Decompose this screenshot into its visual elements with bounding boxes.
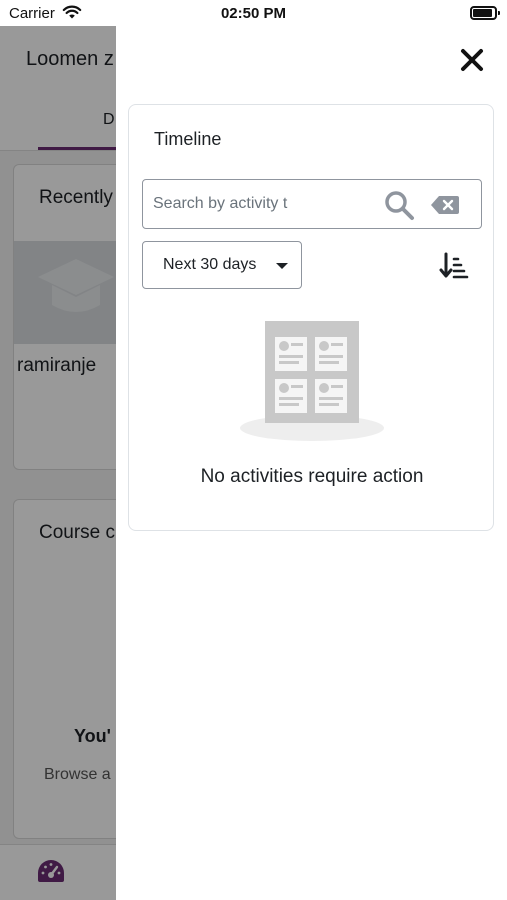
sort-icon — [439, 252, 469, 279]
battery-icon — [470, 6, 500, 20]
no-activities-message: No activities require action — [200, 466, 424, 487]
timeline-day-filter[interactable]: Next 30 days — [142, 241, 302, 289]
no-activities-illustration — [240, 321, 384, 441]
sort-button[interactable] — [439, 251, 469, 281]
close-icon — [461, 49, 483, 71]
timeline-search-box — [142, 179, 482, 229]
search-icon[interactable] — [383, 189, 415, 221]
timeline-block: Timeline Next 30 days — [128, 104, 494, 531]
timeline-drawer: Timeline Next 30 days — [116, 26, 507, 900]
timeline-title: Timeline — [154, 129, 222, 149]
chevron-down-icon — [276, 263, 288, 269]
clear-icon[interactable] — [430, 194, 460, 216]
timeline-day-filter-label: Next 30 days — [163, 256, 257, 273]
close-button[interactable] — [456, 44, 488, 76]
timeline-search-input[interactable] — [153, 180, 321, 228]
status-time: 02:50 PM — [220, 5, 287, 22]
status-bar: Carrier 02:50 PM — [0, 0, 507, 26]
